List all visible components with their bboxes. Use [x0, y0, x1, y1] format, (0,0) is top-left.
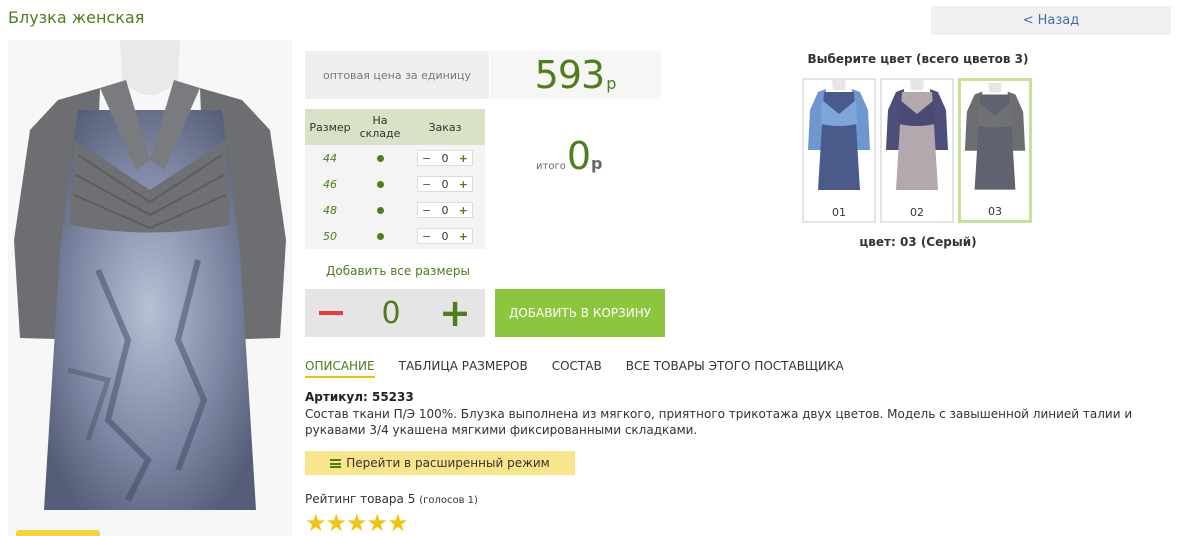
total-label: итого [536, 161, 566, 172]
swatch-number: 02 [910, 206, 924, 219]
product-tabs: ОПИСАНИЕ ТАБЛИЦА РАЗМЕРОВ СОСТАВ ВСЕ ТОВ… [305, 359, 868, 378]
dot-icon [376, 232, 384, 240]
quantity-stepper[interactable]: −0 + [417, 150, 473, 166]
dot-icon [376, 206, 384, 214]
star-icon[interactable]: ★ [305, 511, 327, 535]
add-all-sizes-link[interactable]: Добавить все размеры [326, 264, 470, 278]
product-photo[interactable] [8, 40, 292, 536]
size-value: 46 [305, 171, 355, 197]
quantity-value[interactable]: 0 [382, 296, 401, 331]
tab-composition[interactable]: СОСТАВ [552, 359, 602, 378]
size-header: Размер [305, 109, 355, 145]
rating-text: Рейтинг товара 5 (голосов 1) [305, 492, 478, 506]
advanced-mode-label: Перейти в расширенный режим [346, 456, 550, 470]
product-description: Состав ткани П/Э 100%. Блузка выполнена … [305, 407, 1133, 437]
order-cell: −0 + [405, 223, 485, 249]
color-picker-title: Выберите цвет (всего цветов 3) [807, 52, 1029, 66]
advanced-mode-button[interactable]: Перейти в расширенный режим [305, 451, 575, 475]
size-value: 50 [305, 223, 355, 249]
total-currency: р [591, 154, 603, 173]
size-table: Размер На складе Заказ 44 −0 + 46 −0 + 48 … [305, 109, 485, 249]
minus-icon[interactable]: − [422, 204, 431, 217]
stock-header: На складе [355, 109, 405, 145]
size-row: 48 −0 + [305, 197, 485, 223]
dot-icon [376, 180, 384, 188]
stepper-value[interactable]: 0 [442, 178, 449, 191]
chevron-left-icon: < [1022, 13, 1034, 28]
product-sku: Артикул: 55233 [305, 390, 414, 404]
minus-button[interactable] [319, 311, 343, 315]
total-value: 0 [566, 134, 592, 178]
price-label: оптовая цена за единицу [305, 51, 489, 99]
size-row: 50 −0 + [305, 223, 485, 249]
minus-icon[interactable]: − [422, 230, 431, 243]
rating-stars[interactable]: ★ ★ ★ ★ ★ [305, 511, 409, 535]
back-button-label: Назад [1037, 13, 1080, 28]
quantity-stepper[interactable]: −0 + [417, 176, 473, 192]
size-row: 44 −0 + [305, 145, 485, 171]
plus-icon[interactable]: + [459, 204, 468, 217]
in-stock-indicator [355, 171, 405, 197]
size-value: 48 [305, 197, 355, 223]
in-stock-indicator [355, 197, 405, 223]
order-cell: −0 + [405, 171, 485, 197]
size-row: 46 −0 + [305, 171, 485, 197]
add-to-cart-button[interactable]: ДОБАВИТЬ В КОРЗИНУ [495, 289, 665, 337]
price-value: 593 р [490, 51, 661, 99]
size-value: 44 [305, 145, 355, 171]
dot-icon [376, 154, 384, 162]
plus-button[interactable]: + [439, 294, 471, 332]
quantity-stepper[interactable]: −0 + [417, 202, 473, 218]
swatch-number: 03 [988, 205, 1002, 218]
order-cell: −0 + [405, 197, 485, 223]
star-icon[interactable]: ★ [346, 511, 368, 535]
selected-color-label: цвет: 03 (Серый) [859, 235, 977, 249]
color-swatch-01[interactable]: 01 [802, 78, 876, 223]
stepper-value[interactable]: 0 [442, 204, 449, 217]
tab-size-chart[interactable]: ТАБЛИЦА РАЗМЕРОВ [399, 359, 528, 378]
color-swatch-02[interactable]: 02 [880, 78, 954, 223]
order-header: Заказ [405, 109, 485, 145]
stepper-value[interactable]: 0 [442, 230, 449, 243]
photo-badge [16, 530, 100, 536]
minus-icon[interactable]: − [422, 152, 431, 165]
price-currency: р [606, 73, 617, 93]
list-icon [330, 458, 342, 468]
star-icon[interactable]: ★ [387, 511, 409, 535]
order-total: итого 0 р [536, 134, 602, 178]
quantity-stepper[interactable]: −0 + [417, 228, 473, 244]
star-icon[interactable]: ★ [367, 511, 389, 535]
price-number: 593 [534, 53, 606, 97]
stepper-value[interactable]: 0 [442, 152, 449, 165]
swatch-number: 01 [832, 206, 846, 219]
tab-description[interactable]: ОПИСАНИЕ [305, 359, 375, 378]
minus-icon[interactable]: − [422, 178, 431, 191]
in-stock-indicator [355, 223, 405, 249]
rating-label: Рейтинг товара 5 [305, 492, 416, 506]
quantity-selector: 0 + [305, 289, 485, 337]
plus-icon[interactable]: + [459, 230, 468, 243]
rating-votes: (голосов 1) [419, 495, 478, 506]
back-button[interactable]: < Назад [931, 6, 1171, 35]
plus-icon[interactable]: + [459, 178, 468, 191]
plus-icon[interactable]: + [459, 152, 468, 165]
tab-supplier-products[interactable]: ВСЕ ТОВАРЫ ЭТОГО ПОСТАВЩИКА [626, 359, 844, 378]
star-icon[interactable]: ★ [326, 511, 348, 535]
in-stock-indicator [355, 145, 405, 171]
color-swatch-03[interactable]: 03 [958, 78, 1032, 223]
order-cell: −0 + [405, 145, 485, 171]
page-title: Блузка женская [8, 8, 145, 27]
